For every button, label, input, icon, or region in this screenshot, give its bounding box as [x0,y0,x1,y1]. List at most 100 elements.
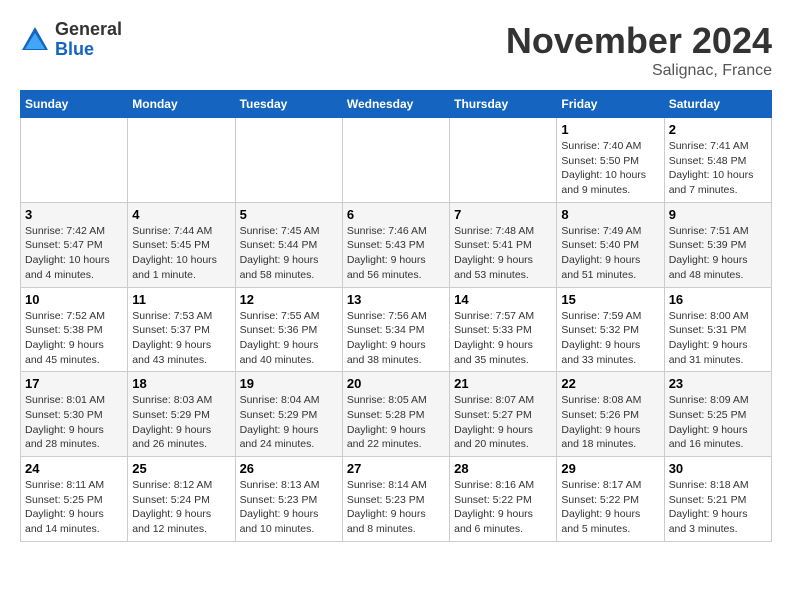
calendar-cell [450,118,557,203]
calendar-cell: 13 Sunrise: 7:56 AM Sunset: 5:34 PM Dayli… [342,287,449,372]
day-number: 21 [454,376,552,391]
day-number: 13 [347,292,445,307]
calendar-cell: 20 Sunrise: 8:05 AM Sunset: 5:28 PM Dayli… [342,372,449,457]
calendar-header-row: SundayMondayTuesdayWednesdayThursdayFrid… [21,91,772,118]
day-number: 18 [132,376,230,391]
day-info: Sunrise: 8:07 AM Sunset: 5:27 PM Dayligh… [454,393,552,452]
calendar-cell: 5Sunrise: 7:45 AM Sunset: 5:44 PM Daylig… [235,202,342,287]
calendar-cell: 3 Sunrise: 7:42 AM Sunset: 5:47 PM Daylig… [21,202,128,287]
day-number: 16 [669,292,767,307]
calendar: SundayMondayTuesdayWednesdayThursdayFrid… [20,90,772,542]
day-info: Sunrise: 7:55 AM Sunset: 5:36 PM Dayligh… [240,309,338,368]
day-info: Sunrise: 8:08 AM Sunset: 5:26 PM Dayligh… [561,393,659,452]
day-number: 19 [240,376,338,391]
calendar-cell: 7Sunrise: 7:48 AM Sunset: 5:41 PM Daylig… [450,202,557,287]
day-info: Sunrise: 8:18 AM Sunset: 5:21 PM Dayligh… [669,478,767,537]
day-info: Sunrise: 7:59 AM Sunset: 5:32 PM Dayligh… [561,309,659,368]
day-number: 14 [454,292,552,307]
day-info: Sunrise: 8:16 AM Sunset: 5:22 PM Dayligh… [454,478,552,537]
day-info: Sunrise: 7:57 AM Sunset: 5:33 PM Dayligh… [454,309,552,368]
day-info: Sunrise: 7:51 AM Sunset: 5:39 PM Dayligh… [669,224,767,283]
day-info: Sunrise: 7:41 AM Sunset: 5:48 PM Dayligh… [669,139,767,198]
day-number: 17 [25,376,123,391]
day-info: Sunrise: 8:14 AM Sunset: 5:23 PM Dayligh… [347,478,445,537]
logo-text: General Blue [55,20,122,60]
day-number: 22 [561,376,659,391]
day-number: 11 [132,292,230,307]
calendar-week-row: 17Sunrise: 8:01 AM Sunset: 5:30 PM Dayli… [21,372,772,457]
logo-icon [20,25,50,55]
calendar-cell: 14 Sunrise: 7:57 AM Sunset: 5:33 PM Dayli… [450,287,557,372]
day-info: Sunrise: 8:00 AM Sunset: 5:31 PM Dayligh… [669,309,767,368]
weekday-header: Monday [128,91,235,118]
calendar-week-row: 3 Sunrise: 7:42 AM Sunset: 5:47 PM Daylig… [21,202,772,287]
day-info: Sunrise: 7:52 AM Sunset: 5:38 PM Dayligh… [25,309,123,368]
calendar-cell: 15Sunrise: 7:59 AM Sunset: 5:32 PM Dayli… [557,287,664,372]
day-number: 2 [669,122,767,137]
day-info: Sunrise: 8:12 AM Sunset: 5:24 PM Dayligh… [132,478,230,537]
day-number: 20 [347,376,445,391]
day-number: 26 [240,461,338,476]
day-info: Sunrise: 8:17 AM Sunset: 5:22 PM Dayligh… [561,478,659,537]
calendar-cell: 4 Sunrise: 7:44 AM Sunset: 5:45 PM Daylig… [128,202,235,287]
weekday-header: Saturday [664,91,771,118]
day-number: 4 [132,207,230,222]
day-info: Sunrise: 7:48 AM Sunset: 5:41 PM Dayligh… [454,224,552,283]
calendar-week-row: 1 Sunrise: 7:40 AM Sunset: 5:50 PM Daylig… [21,118,772,203]
calendar-cell: 25 Sunrise: 8:12 AM Sunset: 5:24 PM Dayli… [128,457,235,542]
day-info: Sunrise: 7:44 AM Sunset: 5:45 PM Dayligh… [132,224,230,283]
calendar-cell: 22 Sunrise: 8:08 AM Sunset: 5:26 PM Dayli… [557,372,664,457]
day-number: 8 [561,207,659,222]
day-number: 28 [454,461,552,476]
calendar-cell [235,118,342,203]
month-title: November 2024 [506,20,772,62]
day-number: 27 [347,461,445,476]
day-number: 30 [669,461,767,476]
day-info: Sunrise: 8:03 AM Sunset: 5:29 PM Dayligh… [132,393,230,452]
day-number: 6 [347,207,445,222]
calendar-week-row: 10Sunrise: 7:52 AM Sunset: 5:38 PM Dayli… [21,287,772,372]
calendar-cell [342,118,449,203]
calendar-cell [128,118,235,203]
day-info: Sunrise: 7:49 AM Sunset: 5:40 PM Dayligh… [561,224,659,283]
day-number: 23 [669,376,767,391]
weekday-header: Tuesday [235,91,342,118]
calendar-cell: 2 Sunrise: 7:41 AM Sunset: 5:48 PM Daylig… [664,118,771,203]
weekday-header: Wednesday [342,91,449,118]
day-number: 5 [240,207,338,222]
day-number: 24 [25,461,123,476]
day-info: Sunrise: 7:53 AM Sunset: 5:37 PM Dayligh… [132,309,230,368]
day-number: 3 [25,207,123,222]
day-number: 12 [240,292,338,307]
calendar-cell: 29 Sunrise: 8:17 AM Sunset: 5:22 PM Dayli… [557,457,664,542]
calendar-cell: 9 Sunrise: 7:51 AM Sunset: 5:39 PM Daylig… [664,202,771,287]
day-info: Sunrise: 8:09 AM Sunset: 5:25 PM Dayligh… [669,393,767,452]
day-info: Sunrise: 8:11 AM Sunset: 5:25 PM Dayligh… [25,478,123,537]
day-info: Sunrise: 7:42 AM Sunset: 5:47 PM Dayligh… [25,224,123,283]
logo-general: General [55,20,122,40]
calendar-cell: 10Sunrise: 7:52 AM Sunset: 5:38 PM Dayli… [21,287,128,372]
calendar-cell: 23 Sunrise: 8:09 AM Sunset: 5:25 PM Dayli… [664,372,771,457]
calendar-cell: 12 Sunrise: 7:55 AM Sunset: 5:36 PM Dayli… [235,287,342,372]
calendar-cell: 18 Sunrise: 8:03 AM Sunset: 5:29 PM Dayli… [128,372,235,457]
calendar-cell: 21 Sunrise: 8:07 AM Sunset: 5:27 PM Dayli… [450,372,557,457]
day-number: 1 [561,122,659,137]
calendar-cell: 11 Sunrise: 7:53 AM Sunset: 5:37 PM Dayli… [128,287,235,372]
calendar-cell: 1 Sunrise: 7:40 AM Sunset: 5:50 PM Daylig… [557,118,664,203]
logo-blue: Blue [55,40,122,60]
day-info: Sunrise: 7:40 AM Sunset: 5:50 PM Dayligh… [561,139,659,198]
weekday-header: Thursday [450,91,557,118]
day-info: Sunrise: 8:04 AM Sunset: 5:29 PM Dayligh… [240,393,338,452]
calendar-cell: 24 Sunrise: 8:11 AM Sunset: 5:25 PM Dayli… [21,457,128,542]
calendar-cell: 27 Sunrise: 8:14 AM Sunset: 5:23 PM Dayli… [342,457,449,542]
title-block: November 2024 Salignac, France [506,20,772,80]
day-info: Sunrise: 8:05 AM Sunset: 5:28 PM Dayligh… [347,393,445,452]
calendar-cell: 16 Sunrise: 8:00 AM Sunset: 5:31 PM Dayli… [664,287,771,372]
day-number: 9 [669,207,767,222]
day-number: 25 [132,461,230,476]
day-info: Sunrise: 7:46 AM Sunset: 5:43 PM Dayligh… [347,224,445,283]
day-number: 29 [561,461,659,476]
day-info: Sunrise: 7:56 AM Sunset: 5:34 PM Dayligh… [347,309,445,368]
calendar-cell: 28 Sunrise: 8:16 AM Sunset: 5:22 PM Dayli… [450,457,557,542]
calendar-week-row: 24 Sunrise: 8:11 AM Sunset: 5:25 PM Dayli… [21,457,772,542]
